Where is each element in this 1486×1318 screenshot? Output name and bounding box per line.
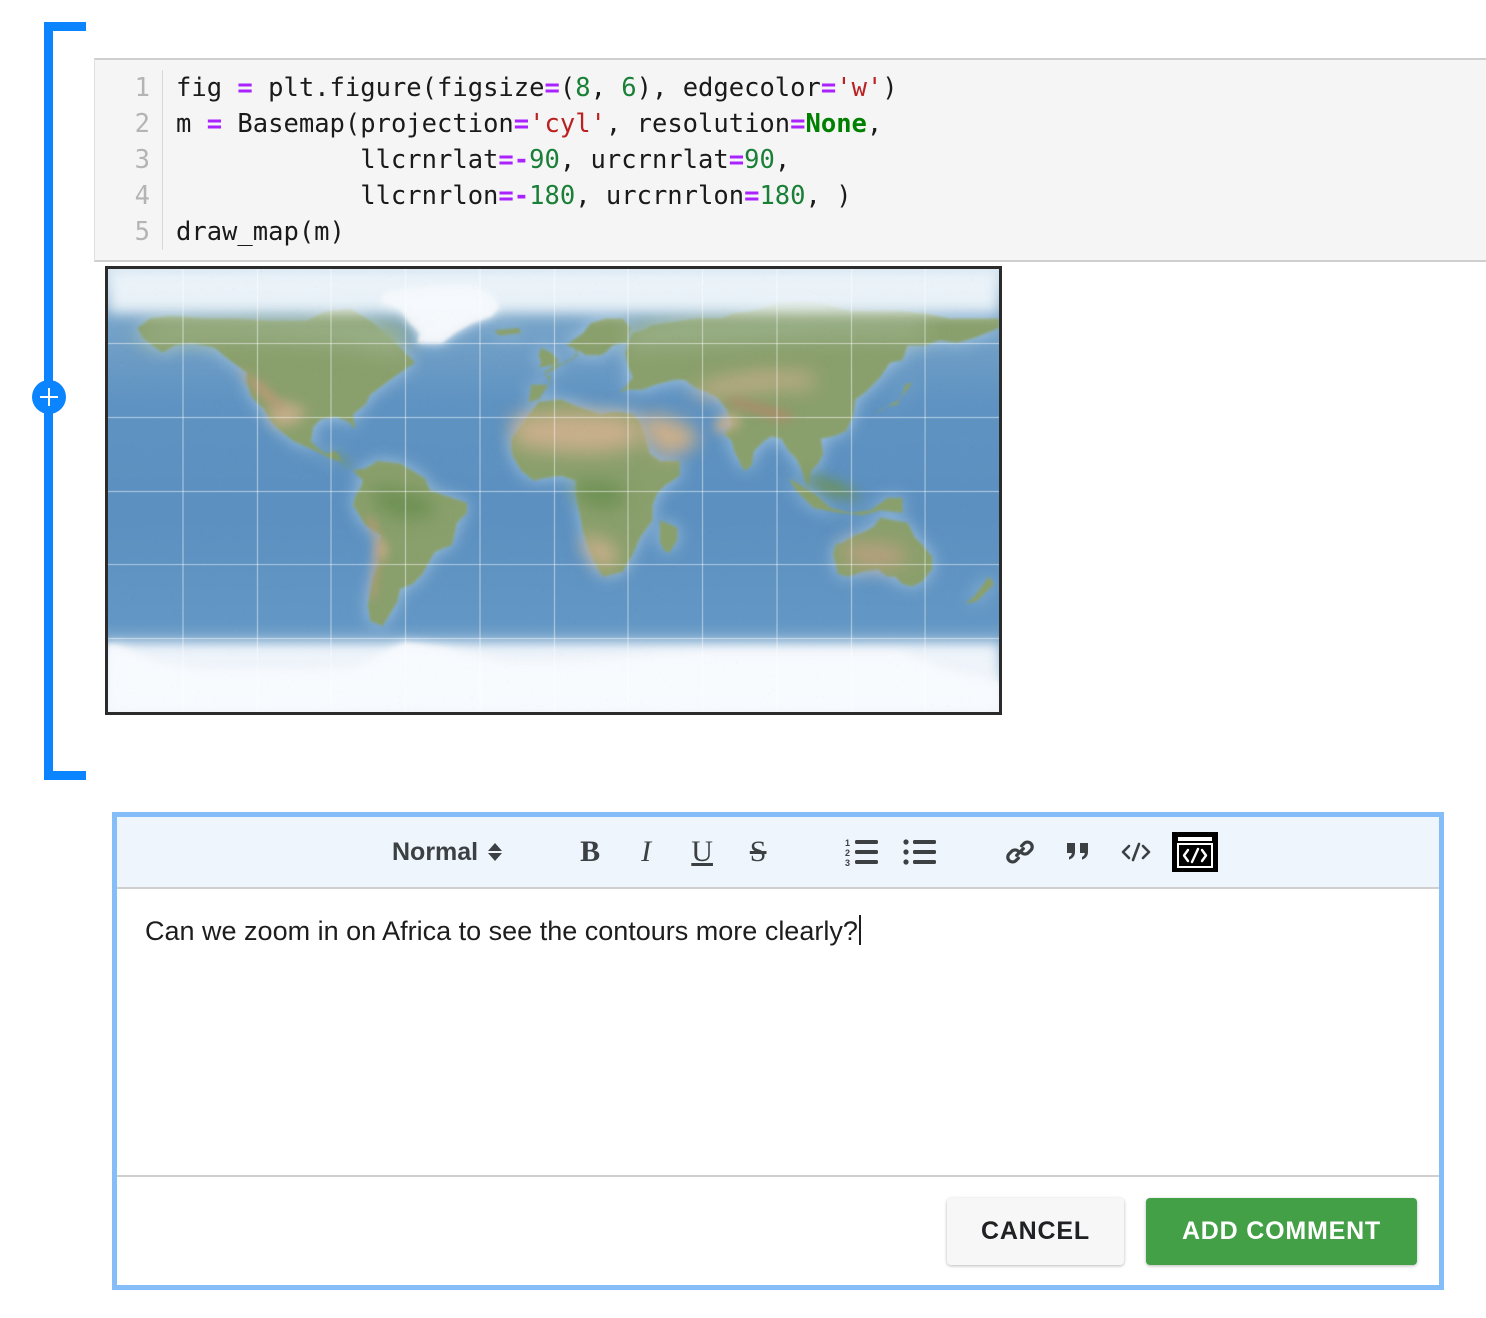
code-token: 180	[529, 181, 575, 211]
code-token: =	[544, 73, 559, 103]
notebook-output-map-figure	[105, 266, 1002, 715]
code-token: 90	[744, 145, 775, 175]
code-token: 8	[575, 73, 590, 103]
code-token: , urcrnrlat	[560, 145, 729, 175]
strikethrough-button[interactable]: S	[736, 830, 780, 874]
text-caret	[859, 915, 861, 945]
code-token: =-	[498, 145, 529, 175]
bracket-bottom-arm	[44, 771, 86, 780]
cancel-button[interactable]: CANCEL	[947, 1198, 1124, 1265]
underline-button[interactable]: U	[680, 830, 724, 874]
code-line: draw_map(m)	[176, 214, 898, 250]
svg-text:2: 2	[845, 848, 850, 858]
code-token: m	[176, 109, 207, 139]
line-number-gutter: 12345	[95, 70, 163, 250]
notebook-code-cell[interactable]: 12345 fig = plt.figure(figsize=(8, 6), e…	[94, 58, 1486, 262]
code-token: llcrnrlat	[176, 145, 498, 175]
comment-text: Can we zoom in on Africa to see the cont…	[145, 913, 861, 949]
svg-text:1: 1	[845, 838, 850, 848]
format-style-dropdown[interactable]: Normal	[392, 838, 502, 867]
code-token: (	[560, 73, 575, 103]
code-token: =-	[498, 181, 529, 211]
code-token: llcrnrlon	[176, 181, 498, 211]
add-cell-plus-icon[interactable]	[32, 380, 66, 414]
code-block-icon[interactable]	[1172, 832, 1218, 872]
ordered-list-icon[interactable]: 1 2 3	[840, 830, 884, 874]
code-token: =	[729, 145, 744, 175]
code-token: plt.figure(figsize	[253, 73, 545, 103]
strikethrough-label: S	[750, 835, 767, 869]
comment-input-area[interactable]: Can we zoom in on Africa to see the cont…	[117, 889, 1439, 1177]
code-token: =	[744, 181, 759, 211]
code-token: ,	[867, 109, 882, 139]
code-token: None	[806, 109, 867, 139]
code-token: , )	[806, 181, 852, 211]
bracket-top-arm	[44, 22, 86, 31]
code-line: llcrnrlat=-90, urcrnrlat=90,	[176, 142, 898, 178]
code-token: fig	[176, 73, 237, 103]
italic-button[interactable]: I	[624, 830, 668, 874]
quote-icon[interactable]	[1056, 830, 1100, 874]
code-token: 90	[529, 145, 560, 175]
bullet-list-icon[interactable]	[898, 830, 942, 874]
comment-toolbar: Normal B I U S 1 2 3	[117, 817, 1439, 889]
code-token: ,	[775, 145, 790, 175]
code-token: )	[882, 73, 897, 103]
code-token: Basemap(projection	[222, 109, 514, 139]
code-token: 'cyl'	[529, 109, 606, 139]
code-token: 180	[759, 181, 805, 211]
code-line: m = Basemap(projection='cyl', resolution…	[176, 106, 898, 142]
code-token: draw_map(m)	[176, 217, 345, 247]
italic-label: I	[641, 835, 651, 869]
line-number: 4	[95, 178, 150, 214]
line-number: 2	[95, 106, 150, 142]
code-editor-area[interactable]: fig = plt.figure(figsize=(8, 6), edgecol…	[163, 70, 898, 250]
chevron-updown-icon	[488, 843, 502, 861]
code-token: , urcrnrlon	[575, 181, 744, 211]
code-token: =	[514, 109, 529, 139]
code-token: ,	[591, 73, 622, 103]
code-token: =	[207, 109, 222, 139]
add-comment-button[interactable]: ADD COMMENT	[1146, 1198, 1417, 1265]
comment-action-bar: CANCEL ADD COMMENT	[117, 1177, 1439, 1285]
plus-vertical-stroke	[48, 388, 50, 406]
comment-text-value: Can we zoom in on Africa to see the cont…	[145, 916, 858, 946]
code-token: =	[790, 109, 805, 139]
link-icon[interactable]	[998, 830, 1042, 874]
line-number: 5	[95, 214, 150, 250]
comment-editor: Normal B I U S 1 2 3	[112, 812, 1444, 1290]
underline-label: U	[691, 835, 713, 869]
code-line: fig = plt.figure(figsize=(8, 6), edgecol…	[176, 70, 898, 106]
code-token: 6	[621, 73, 636, 103]
format-style-label: Normal	[392, 838, 478, 867]
inline-code-icon[interactable]	[1114, 830, 1158, 874]
code-token: 'w'	[836, 73, 882, 103]
world-map-canvas	[108, 269, 999, 712]
bold-button[interactable]: B	[568, 830, 612, 874]
line-number: 3	[95, 142, 150, 178]
svg-text:3: 3	[845, 858, 850, 867]
bold-label: B	[580, 835, 600, 869]
code-line: llcrnrlon=-180, urcrnrlon=180, )	[176, 178, 898, 214]
line-number: 1	[95, 70, 150, 106]
code-token: =	[821, 73, 836, 103]
code-token: ), edgecolor	[637, 73, 821, 103]
code-token: =	[237, 73, 252, 103]
code-token: , resolution	[606, 109, 790, 139]
